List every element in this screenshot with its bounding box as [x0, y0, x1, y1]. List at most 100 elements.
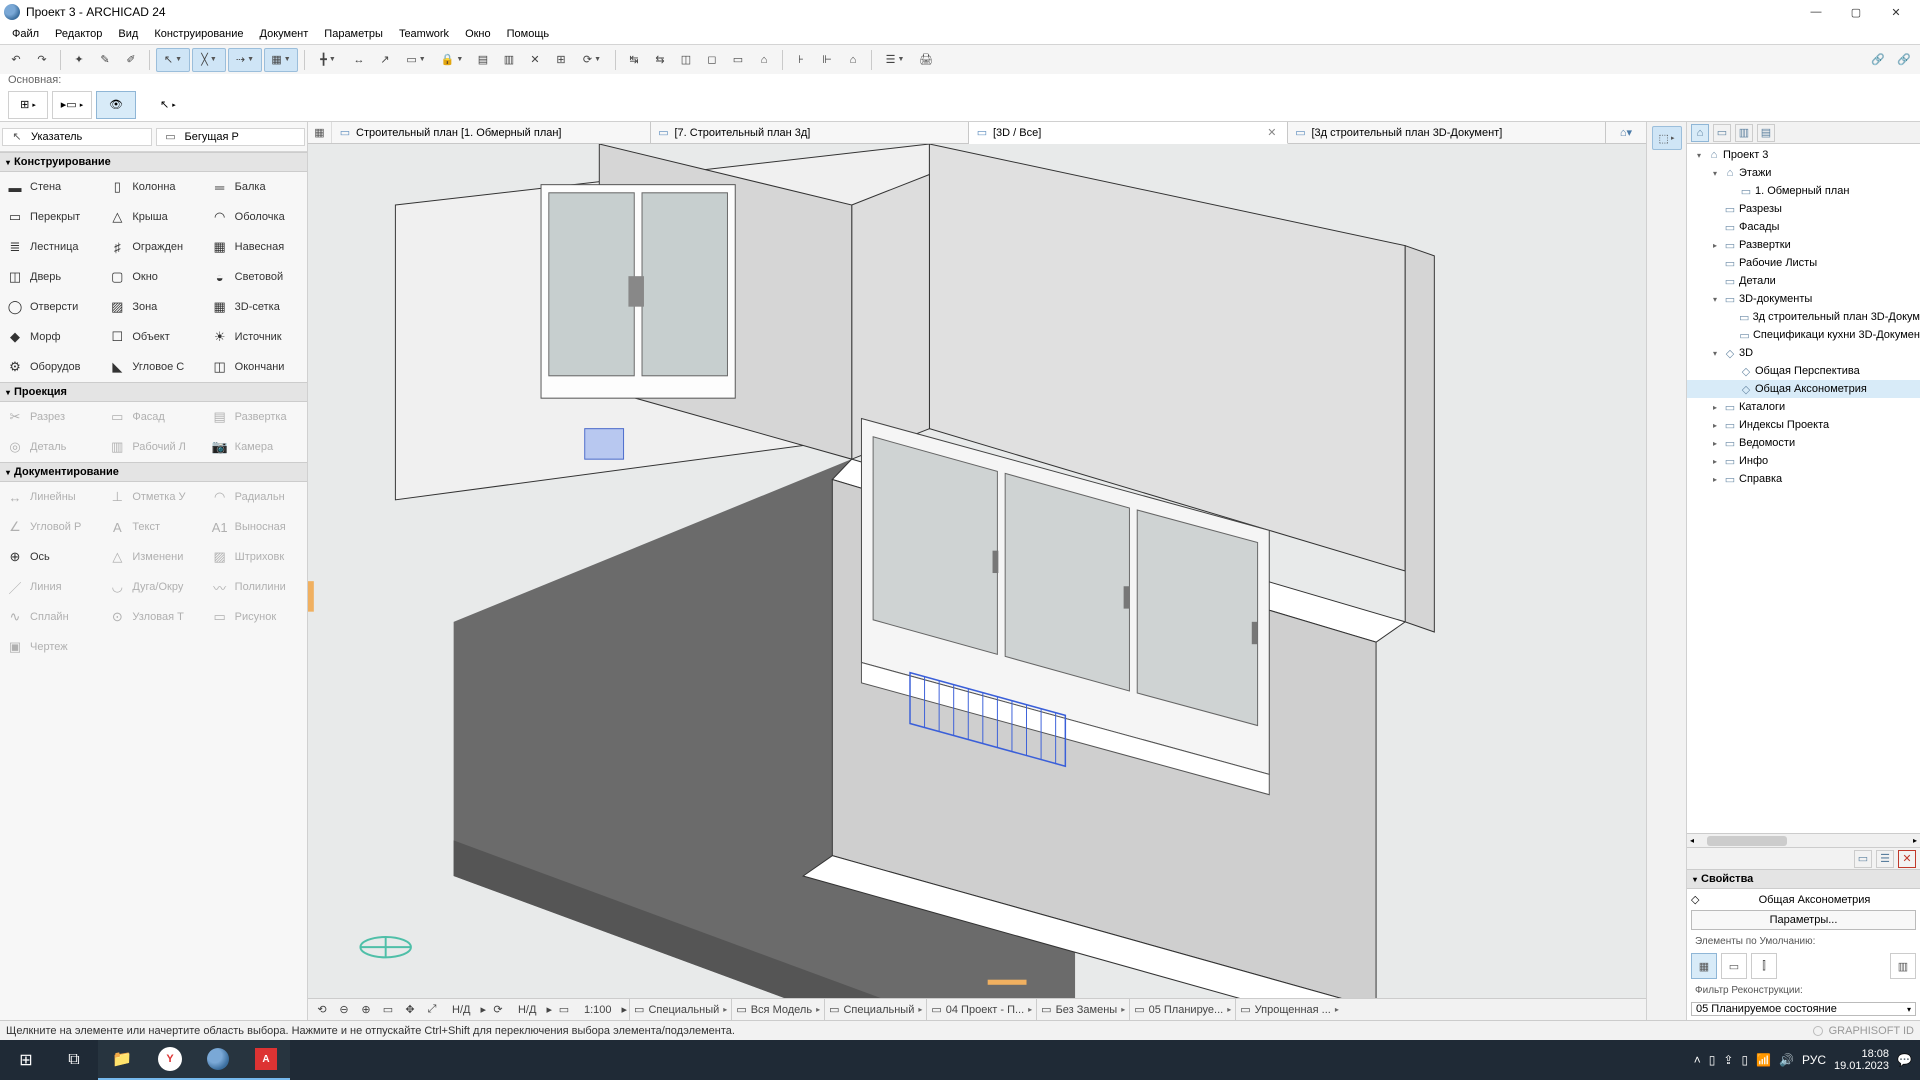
tab-2[interactable]: ▭[3D / Все]✕: [969, 122, 1288, 144]
grid-mode-button[interactable]: ▦▼: [264, 48, 298, 72]
menu-file[interactable]: Файл: [4, 26, 47, 42]
tool-отметка у[interactable]: ⊥Отметка У: [102, 482, 204, 512]
tool-b[interactable]: ▥: [497, 48, 521, 72]
tray-vol-icon[interactable]: 🔊: [1779, 1053, 1794, 1067]
explorer-app[interactable]: 📁: [98, 1040, 146, 1080]
vb-scale[interactable]: ⤢: [422, 1001, 442, 1019]
tool-угловой р[interactable]: ∠Угловой Р: [0, 512, 102, 542]
pdf-app[interactable]: A: [242, 1040, 290, 1080]
nav-item-4[interactable]: ▸▭Развертки: [1687, 236, 1920, 254]
tray-notifications-icon[interactable]: 💬: [1897, 1053, 1912, 1067]
vb-scale-label[interactable]: 1:100: [576, 1004, 620, 1016]
tool-узловая т[interactable]: ⊙Узловая Т: [102, 602, 204, 632]
def-btn-4[interactable]: ▥: [1890, 953, 1916, 979]
tool-источник[interactable]: ☀Источник: [205, 322, 307, 352]
tool-рабочий л[interactable]: ▥Рабочий Л: [102, 432, 204, 462]
def-btn-2[interactable]: ▭: [1721, 953, 1747, 979]
section-documenting[interactable]: ▾Документирование: [0, 462, 307, 482]
section-projection[interactable]: ▾Проекция: [0, 382, 307, 402]
vb-screen[interactable]: ▭: [554, 1001, 574, 1019]
navtab-views[interactable]: ▭: [1713, 124, 1731, 142]
tray-up-icon[interactable]: ˄: [1694, 1053, 1701, 1067]
yandex-app[interactable]: Y: [146, 1040, 194, 1080]
nav-hscroll[interactable]: ◂▸: [1687, 833, 1920, 847]
properties-header[interactable]: ▾Свойства: [1687, 869, 1920, 889]
view-chip-1[interactable]: ▭Вся Модель▸: [731, 999, 824, 1020]
cursor-mode-button[interactable]: ↖▼: [156, 48, 190, 72]
tool-перекрыт[interactable]: ▭Перекрыт: [0, 202, 102, 232]
tool-f[interactable]: ↹: [622, 48, 646, 72]
start-button[interactable]: ⊞: [2, 1040, 50, 1080]
tool-колонна[interactable]: ▯Колонна: [102, 172, 204, 202]
tool-дверь[interactable]: ◫Дверь: [0, 262, 102, 292]
tool-камера[interactable]: 📷Камера: [205, 432, 307, 462]
tool-h[interactable]: ◫: [674, 48, 698, 72]
nav-item-0[interactable]: ▾⌂Этажи: [1687, 164, 1920, 182]
tray-battery-icon[interactable]: ▯: [1709, 1053, 1716, 1067]
tool-балка[interactable]: ═Балка: [205, 172, 307, 202]
tab-0[interactable]: ▭Строительный план [1. Обмерный план]: [332, 122, 651, 143]
tool-окно[interactable]: ▢Окно: [102, 262, 204, 292]
tool-развертка[interactable]: ▤Развертка: [205, 402, 307, 432]
nav-item-14[interactable]: ▸▭Индексы Проекта: [1687, 416, 1920, 434]
rs-pick[interactable]: ⬚▸: [1652, 126, 1682, 150]
taskview-button[interactable]: ⧉: [50, 1040, 98, 1080]
subbtn-2[interactable]: ▸▭▸: [52, 91, 92, 119]
tab-overview-icon[interactable]: ▦: [308, 122, 332, 143]
tool-зона[interactable]: ▨Зона: [102, 292, 204, 322]
tool-световой[interactable]: ◒Световой: [205, 262, 307, 292]
minimize-button[interactable]: —: [1796, 0, 1836, 24]
nav-item-9[interactable]: ▭Спецификаци кухни 3D-Докумен: [1687, 326, 1920, 344]
tool-деталь[interactable]: ◎Деталь: [0, 432, 102, 462]
nav-action-settings[interactable]: ☰: [1876, 850, 1894, 868]
menu-help[interactable]: Помощь: [499, 26, 558, 42]
tool-фасад[interactable]: ▭Фасад: [102, 402, 204, 432]
menu-edit[interactable]: Редактор: [47, 26, 110, 42]
nav-item-8[interactable]: ▭3д строительный план 3D-Докум: [1687, 308, 1920, 326]
subbtn-4[interactable]: ↖▸: [156, 91, 180, 119]
tool-g[interactable]: ⇆: [648, 48, 672, 72]
section-construction[interactable]: ▾Конструирование: [0, 152, 307, 172]
tool-d[interactable]: ⊞: [549, 48, 573, 72]
tool-изменени[interactable]: △Изменени: [102, 542, 204, 572]
tool-i[interactable]: ◻: [700, 48, 724, 72]
tab-nav-icon[interactable]: ⌂▾: [1606, 122, 1646, 143]
nav-item-6[interactable]: ▭Детали: [1687, 272, 1920, 290]
link2-button[interactable]: 🔗: [1892, 48, 1916, 72]
nav-item-10[interactable]: ▾◇3D: [1687, 344, 1920, 362]
tray-lang[interactable]: РУС: [1802, 1053, 1826, 1067]
nav-item-13[interactable]: ▸▭Каталоги: [1687, 398, 1920, 416]
navigator-tree[interactable]: ▾⌂Проект 3 ▾⌂Этажи▭1. Обмерный план▭Разр…: [1687, 144, 1920, 833]
tab-close[interactable]: ✕: [1263, 126, 1280, 139]
nav-item-3[interactable]: ▭Фасады: [1687, 218, 1920, 236]
tool-3d-сетка[interactable]: ▦3D-сетка: [205, 292, 307, 322]
tool-m[interactable]: ⊩: [815, 48, 839, 72]
tool-разрез[interactable]: ✂Разрез: [0, 402, 102, 432]
shape-button[interactable]: ▭▼: [399, 48, 433, 72]
tool-a[interactable]: ▤: [471, 48, 495, 72]
subbtn-3[interactable]: 👁: [96, 91, 136, 119]
link-button[interactable]: 🔗: [1866, 48, 1890, 72]
tool-лестница[interactable]: ≣Лестница: [0, 232, 102, 262]
tool-угловое с[interactable]: ◣Угловое С: [102, 352, 204, 382]
tool-отверсти[interactable]: ◯Отверсти: [0, 292, 102, 322]
tool-n[interactable]: ⌂: [841, 48, 865, 72]
menu-options[interactable]: Параметры: [316, 26, 391, 42]
tab-3[interactable]: ▭[3д строительный план 3D-Документ]: [1288, 122, 1607, 143]
tool-стена[interactable]: ▬Стена: [0, 172, 102, 202]
view-chip-5[interactable]: ▭05 Планируе...▸: [1129, 999, 1235, 1020]
vb-fit[interactable]: ▭: [378, 1001, 398, 1019]
tool-оборудов[interactable]: ⚙Оборудов: [0, 352, 102, 382]
menu-document[interactable]: Документ: [252, 26, 317, 42]
navtab-publisher[interactable]: ▤: [1757, 124, 1775, 142]
tool-e[interactable]: ⟳▼: [575, 48, 609, 72]
view-chip-4[interactable]: ▭Без Замены▸: [1036, 999, 1129, 1020]
menu-view[interactable]: Вид: [110, 26, 146, 42]
tool-полилини[interactable]: 〰Полилини: [205, 572, 307, 602]
vb-refresh[interactable]: ⟳: [488, 1001, 508, 1019]
undo-button[interactable]: ↶: [4, 48, 28, 72]
navtab-project[interactable]: ⌂: [1691, 124, 1709, 142]
tool-k[interactable]: ⌂: [752, 48, 776, 72]
guide-mode-button[interactable]: ⇢▼: [228, 48, 262, 72]
menu-design[interactable]: Конструирование: [146, 26, 251, 42]
